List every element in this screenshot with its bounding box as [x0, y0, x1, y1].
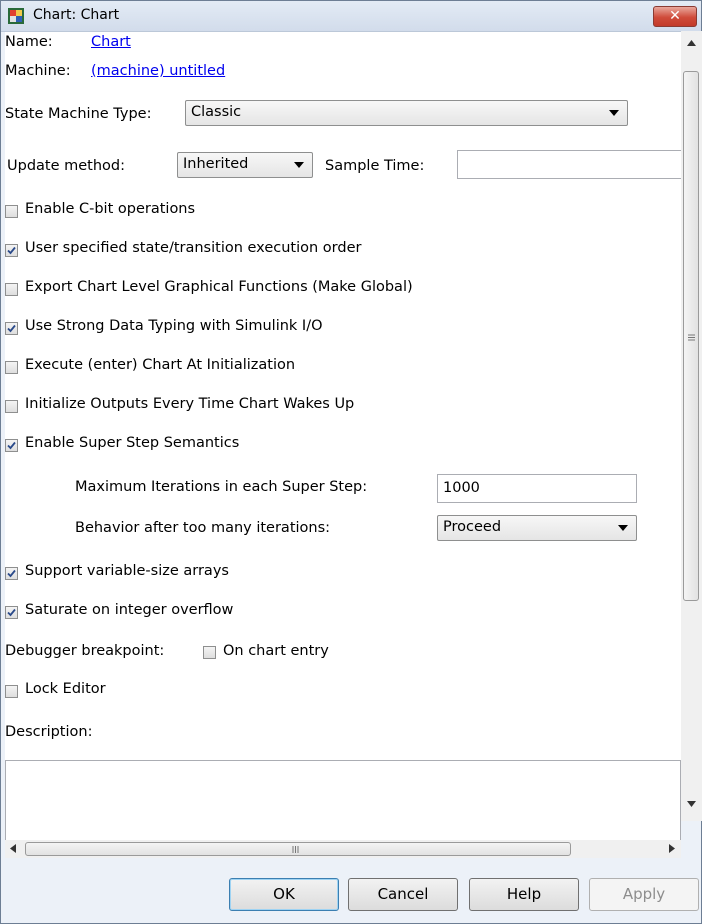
stateflow-app-icon: [8, 8, 24, 24]
scroll-down-arrow-icon[interactable]: [687, 801, 696, 807]
checkbox-execute-at-init[interactable]: [5, 361, 18, 374]
sample-time-label: Sample Time:: [325, 158, 425, 174]
option-label: Support variable-size arrays: [25, 563, 229, 579]
vertical-scrollbar[interactable]: [681, 31, 702, 821]
checkbox-variable-size-arrays[interactable]: [5, 567, 18, 580]
option-label: Enable C-bit operations: [25, 201, 196, 217]
close-icon: ✕: [669, 8, 681, 24]
checkbox-on-chart-entry[interactable]: [203, 646, 216, 659]
properties-panel: Name: Chart Machine: (machine) untitled …: [5, 32, 681, 840]
checkbox-enable-c-bit[interactable]: [5, 205, 18, 218]
update-method-select[interactable]: Inherited: [177, 152, 313, 178]
sample-time-input[interactable]: [457, 150, 681, 179]
state-machine-type-value: Classic: [191, 104, 242, 120]
checkmark-icon: [7, 324, 16, 333]
grip-icon: [292, 846, 299, 853]
option-label: Enable Super Step Semantics: [25, 435, 240, 451]
on-chart-entry-label: On chart entry: [223, 643, 329, 659]
behavior-label: Behavior after too many iterations:: [75, 520, 331, 536]
checkbox-export-graphical-functions[interactable]: [5, 283, 18, 296]
max-iterations-value: 1000: [443, 480, 480, 496]
help-button[interactable]: Help: [469, 878, 579, 911]
option-label: Export Chart Level Graphical Functions (…: [25, 279, 413, 295]
option-label: User specified state/transition executio…: [25, 240, 362, 256]
update-method-label: Update method:: [7, 158, 126, 174]
chart-properties-dialog: Chart: Chart ✕ Name: Chart Machine: (mac…: [0, 0, 702, 924]
window-title: Chart: Chart: [33, 7, 120, 23]
option-label: Saturate on integer overflow: [25, 602, 234, 618]
checkmark-icon: [7, 441, 16, 450]
behavior-value: Proceed: [443, 519, 502, 535]
description-label: Description:: [5, 724, 93, 740]
grip-icon: [688, 334, 695, 341]
close-button[interactable]: ✕: [653, 6, 697, 27]
chart-name-link[interactable]: Chart: [91, 34, 131, 50]
checkbox-strong-data-typing[interactable]: [5, 322, 18, 335]
horizontal-scrollbar[interactable]: [5, 840, 681, 858]
update-method-value: Inherited: [183, 156, 249, 172]
description-textarea[interactable]: [5, 760, 681, 840]
chevron-down-icon: [618, 525, 628, 531]
max-iterations-label: Maximum Iterations in each Super Step:: [75, 479, 368, 495]
cancel-button[interactable]: Cancel: [348, 878, 458, 911]
option-label: Initialize Outputs Every Time Chart Wake…: [25, 396, 355, 412]
checkbox-super-step[interactable]: [5, 439, 18, 452]
machine-label: Machine:: [5, 63, 71, 79]
ok-button[interactable]: OK: [229, 878, 339, 911]
horizontal-scroll-thumb[interactable]: [25, 842, 571, 856]
option-label: Use Strong Data Typing with Simulink I/O: [25, 318, 323, 334]
lock-editor-label: Lock Editor: [25, 681, 106, 697]
behavior-select[interactable]: Proceed: [437, 515, 637, 541]
scroll-left-arrow-icon[interactable]: [10, 844, 16, 853]
checkbox-initialize-outputs[interactable]: [5, 400, 18, 413]
chevron-down-icon: [609, 110, 619, 116]
apply-button[interactable]: Apply: [589, 878, 699, 911]
debugger-breakpoint-label: Debugger breakpoint:: [5, 643, 165, 659]
option-label: Execute (enter) Chart At Initialization: [25, 357, 296, 373]
checkbox-saturate-overflow[interactable]: [5, 606, 18, 619]
title-bar[interactable]: Chart: Chart ✕: [1, 1, 701, 32]
machine-link[interactable]: (machine) untitled: [91, 63, 225, 79]
chevron-down-icon: [294, 162, 304, 168]
state-machine-type-label: State Machine Type:: [5, 106, 152, 122]
checkmark-icon: [7, 246, 16, 255]
scroll-right-arrow-icon[interactable]: [669, 844, 675, 853]
scroll-up-arrow-icon[interactable]: [687, 40, 696, 46]
name-label: Name:: [5, 34, 53, 50]
state-machine-type-select[interactable]: Classic: [185, 100, 628, 126]
checkbox-lock-editor[interactable]: [5, 685, 18, 698]
vertical-scroll-thumb[interactable]: [683, 71, 699, 601]
checkmark-icon: [7, 608, 16, 617]
checkbox-user-specified-order[interactable]: [5, 244, 18, 257]
max-iterations-input[interactable]: 1000: [437, 474, 637, 503]
checkmark-icon: [7, 569, 16, 578]
